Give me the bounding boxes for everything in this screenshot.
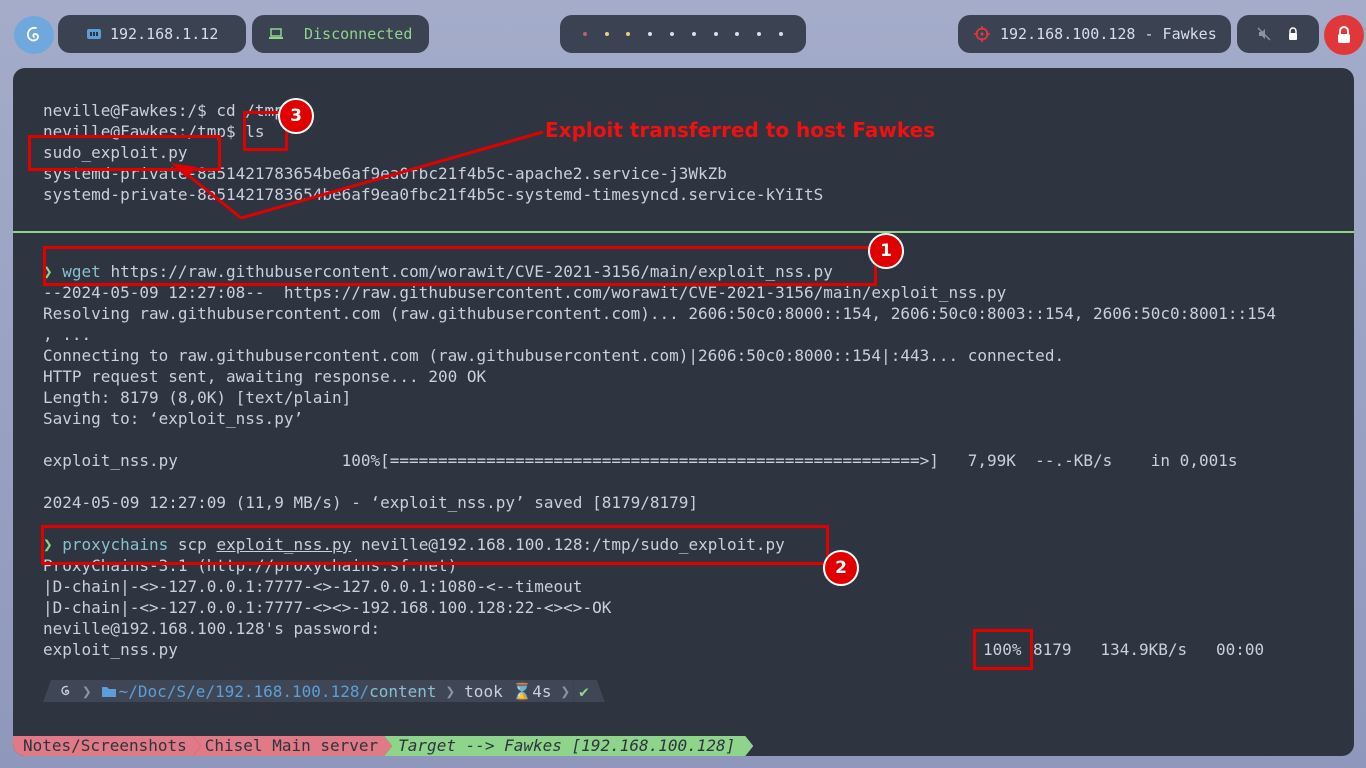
power-button[interactable] — [1324, 15, 1364, 55]
target-crosshair-icon — [974, 26, 990, 42]
workspace-indicator[interactable] — [560, 15, 806, 53]
volume-muted-icon[interactable] — [1257, 27, 1271, 41]
debian-menu-button[interactable] — [14, 16, 54, 54]
workspace-dot-9[interactable] — [757, 32, 762, 36]
target-widget[interactable]: 192.168.100.128 - Fawkes — [958, 15, 1231, 53]
vpn-status-widget[interactable]: Disconnected — [252, 15, 429, 53]
debian-swirl-icon — [26, 26, 39, 42]
local-ip-widget[interactable]: 192.168.1.12 — [58, 15, 246, 53]
target-text: 192.168.100.128 - Fawkes — [1000, 25, 1217, 43]
workspace-dot-7[interactable] — [713, 32, 718, 36]
workspace-dot-1[interactable] — [582, 32, 587, 36]
local-ip-text: 192.168.1.12 — [110, 25, 219, 43]
annotation-arrow — [171, 130, 544, 220]
workspace-dot-6[interactable] — [691, 32, 696, 36]
system-tray[interactable] — [1237, 15, 1319, 53]
padlock-icon — [1338, 26, 1350, 43]
network-icon — [86, 27, 102, 41]
workspace-dot-10[interactable] — [779, 32, 784, 36]
workspace-dot-8[interactable] — [735, 32, 740, 36]
laptop-icon — [268, 28, 284, 40]
annotation-badge-3: 3 — [278, 98, 314, 134]
annotation-badge-2: 2 — [823, 550, 859, 586]
annotation-badge-1: 1 — [868, 233, 904, 269]
workspace-dot-4[interactable] — [648, 32, 653, 36]
annotation-label: Exploit transferred to host Fawkes — [545, 118, 936, 142]
lock-icon[interactable] — [1287, 27, 1299, 41]
workspace-dot-5[interactable] — [670, 32, 675, 36]
workspace-dot-3[interactable] — [626, 32, 631, 36]
terminal-window[interactable]: neville@Fawkes:/$ cd /tmp neville@Fawkes… — [13, 68, 1354, 756]
workspace-dot-2[interactable] — [604, 32, 609, 36]
vpn-status-text: Disconnected — [304, 25, 413, 43]
